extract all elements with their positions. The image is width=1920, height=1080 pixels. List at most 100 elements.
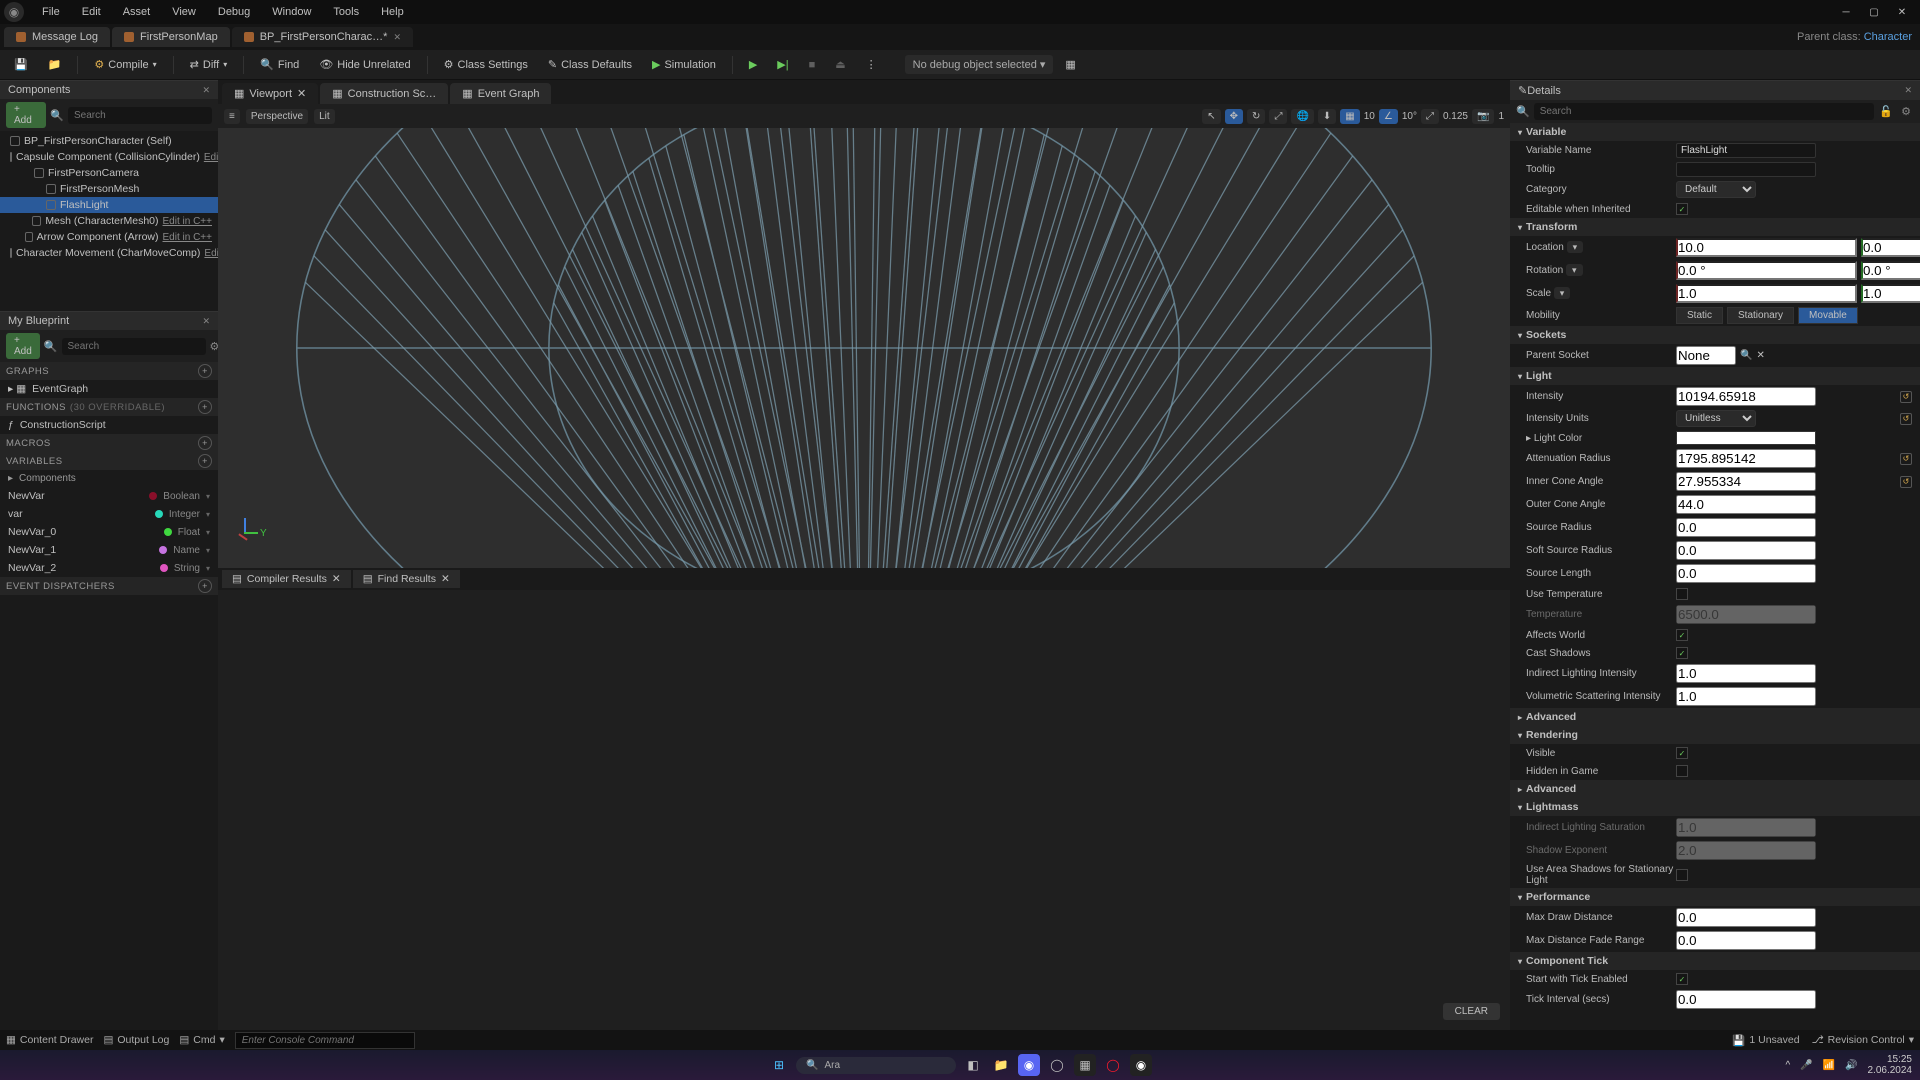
intensity-input[interactable] <box>1676 387 1816 406</box>
soft-source-radius-input[interactable] <box>1676 541 1816 560</box>
components-subsection[interactable]: ▸ Components <box>0 470 218 487</box>
output-log-button[interactable]: ▤ Output Log <box>103 1034 169 1046</box>
close-button[interactable]: ✕ <box>1888 2 1916 22</box>
menu-debug[interactable]: Debug <box>208 3 260 21</box>
window-tab[interactable]: Message Log <box>4 27 110 47</box>
window-tab[interactable]: FirstPersonMap <box>112 27 230 47</box>
menu-file[interactable]: File <box>32 3 70 21</box>
cmd-dropdown[interactable]: ▤ Cmd ▾ <box>179 1034 224 1046</box>
tray-chevron-icon[interactable]: ^ <box>1785 1060 1790 1071</box>
reset-icon[interactable]: ↺ <box>1900 413 1912 425</box>
details-search-input[interactable] <box>1534 103 1874 120</box>
translate-tool-button[interactable]: ✥ <box>1225 109 1243 124</box>
results-tab[interactable]: ▤ Compiler Results ✕ <box>222 570 351 588</box>
save-button[interactable]: 💾 <box>6 54 36 75</box>
component-tree-item[interactable]: Capsule Component (CollisionCylinder)Edi… <box>0 149 218 165</box>
add-component-button[interactable]: + Add <box>6 102 46 128</box>
component-tick-category[interactable]: Component Tick <box>1510 952 1920 970</box>
discord-icon[interactable]: ◉ <box>1018 1054 1040 1076</box>
unreal-logo-icon[interactable]: ◉ <box>4 2 24 22</box>
component-tree-item[interactable]: Mesh (CharacterMesh0)Edit in C++ <box>0 213 218 229</box>
light-advanced[interactable]: Advanced <box>1510 708 1920 726</box>
diff-button[interactable]: ⇄ Diff ▾ <box>182 54 236 75</box>
use-temperature-checkbox[interactable] <box>1676 588 1688 600</box>
source-length-input[interactable] <box>1676 564 1816 583</box>
class-settings-button[interactable]: ⚙ Class Settings <box>436 54 536 75</box>
rotation-y[interactable] <box>1861 261 1920 280</box>
rendering-category[interactable]: Rendering <box>1510 726 1920 744</box>
variables-section[interactable]: VARIABLES+ <box>0 452 218 470</box>
lightmass-category[interactable]: Lightmass <box>1510 798 1920 816</box>
editor-tab[interactable]: ▦ Event Graph <box>450 83 551 104</box>
task-view-icon[interactable]: ◧ <box>962 1054 984 1076</box>
viewport-menu-button[interactable]: ≡ <box>224 109 240 124</box>
edit-cpp-link[interactable]: Edit in C++ <box>163 216 212 227</box>
scale-snap-button[interactable]: ⤢ <box>1421 109 1439 124</box>
variable-category[interactable]: Variable <box>1510 123 1920 141</box>
category-select[interactable]: Default <box>1676 181 1756 198</box>
edit-cpp-link[interactable]: Edit in C++ <box>204 248 218 259</box>
perspective-button[interactable]: Perspective <box>246 109 308 124</box>
eject-button[interactable]: ⏏ <box>827 54 853 75</box>
close-icon[interactable]: ✕ <box>1904 85 1912 96</box>
gear-icon[interactable]: ⚙ <box>1898 105 1914 118</box>
clear-button[interactable]: CLEAR <box>1443 1003 1500 1020</box>
rider-icon[interactable]: ▦ <box>1074 1054 1096 1076</box>
simulation-button[interactable]: ▶ Simulation <box>644 54 724 75</box>
hide-unrelated-button[interactable]: 👁 Hide Unrelated <box>311 54 418 75</box>
viewport-3d[interactable]: Y <box>218 128 1510 568</box>
play-button[interactable]: ▶ <box>741 54 765 75</box>
opera-icon[interactable]: ◯ <box>1102 1054 1124 1076</box>
grid-snap-button[interactable]: ▦ <box>1340 109 1359 124</box>
editable-inherited-checkbox[interactable]: ✓ <box>1676 203 1688 215</box>
sockets-category[interactable]: Sockets <box>1510 326 1920 344</box>
explorer-icon[interactable]: 📁 <box>990 1054 1012 1076</box>
menu-edit[interactable]: Edit <box>72 3 111 21</box>
rendering-advanced[interactable]: Advanced <box>1510 780 1920 798</box>
clear-socket-icon[interactable]: ✕ <box>1756 350 1764 361</box>
grid-snap-value[interactable]: 10 <box>1364 111 1375 122</box>
github-icon[interactable]: ◯ <box>1046 1054 1068 1076</box>
tray-volume-icon[interactable]: 🔊 <box>1845 1060 1857 1071</box>
graphs-section[interactable]: GRAPHS+ <box>0 362 218 380</box>
mobility-static[interactable]: Static <box>1676 307 1723 324</box>
source-radius-input[interactable] <box>1676 518 1816 537</box>
component-tree-item[interactable]: FlashLight <box>0 197 218 213</box>
variable-item[interactable]: NewVar_0Float▾ <box>0 523 218 541</box>
visible-checkbox[interactable]: ✓ <box>1676 747 1688 759</box>
parent-class-link[interactable]: Character <box>1864 31 1912 43</box>
close-icon[interactable]: ✕ <box>202 85 210 96</box>
variable-name-input[interactable] <box>1676 143 1816 158</box>
area-shadows-checkbox[interactable] <box>1676 869 1688 881</box>
mobility-movable[interactable]: Movable <box>1798 307 1858 324</box>
revision-control-button[interactable]: ⎇ Revision Control ▾ <box>1812 1034 1914 1047</box>
class-defaults-button[interactable]: ✎ Class Defaults <box>540 54 640 75</box>
macros-section[interactable]: MACROS+ <box>0 434 218 452</box>
scale-x[interactable] <box>1676 284 1857 303</box>
windows-start-button[interactable]: ⊞ <box>768 1054 790 1076</box>
inner-cone-input[interactable] <box>1676 472 1816 491</box>
tray-wifi-icon[interactable]: 📶 <box>1823 1060 1835 1071</box>
add-icon[interactable]: + <box>198 579 212 593</box>
compile-button[interactable]: ⚙Compile ▾ <box>86 54 164 75</box>
light-category[interactable]: Light <box>1510 367 1920 385</box>
components-search-input[interactable] <box>68 107 212 124</box>
transform-category[interactable]: Transform <box>1510 218 1920 236</box>
parent-socket-input[interactable] <box>1676 346 1736 365</box>
console-command-input[interactable] <box>235 1032 415 1049</box>
menu-window[interactable]: Window <box>262 3 321 21</box>
camera-speed-button[interactable]: 📷 <box>1472 109 1494 124</box>
angle-snap-value[interactable]: 10° <box>1402 111 1417 122</box>
scale-snap-value[interactable]: 0.125 <box>1443 111 1468 122</box>
menu-help[interactable]: Help <box>371 3 414 21</box>
component-tree-item[interactable]: FirstPersonCamera <box>0 165 218 181</box>
location-y[interactable] <box>1861 238 1920 257</box>
tooltip-input[interactable] <box>1676 162 1816 177</box>
component-tree-item[interactable]: FirstPersonMesh <box>0 181 218 197</box>
add-icon[interactable]: + <box>198 436 212 450</box>
affects-world-checkbox[interactable]: ✓ <box>1676 629 1688 641</box>
world-button[interactable]: 🌐 <box>1291 109 1313 124</box>
reset-icon[interactable]: ↺ <box>1900 391 1912 403</box>
rotation-x[interactable] <box>1676 261 1857 280</box>
menu-view[interactable]: View <box>162 3 206 21</box>
